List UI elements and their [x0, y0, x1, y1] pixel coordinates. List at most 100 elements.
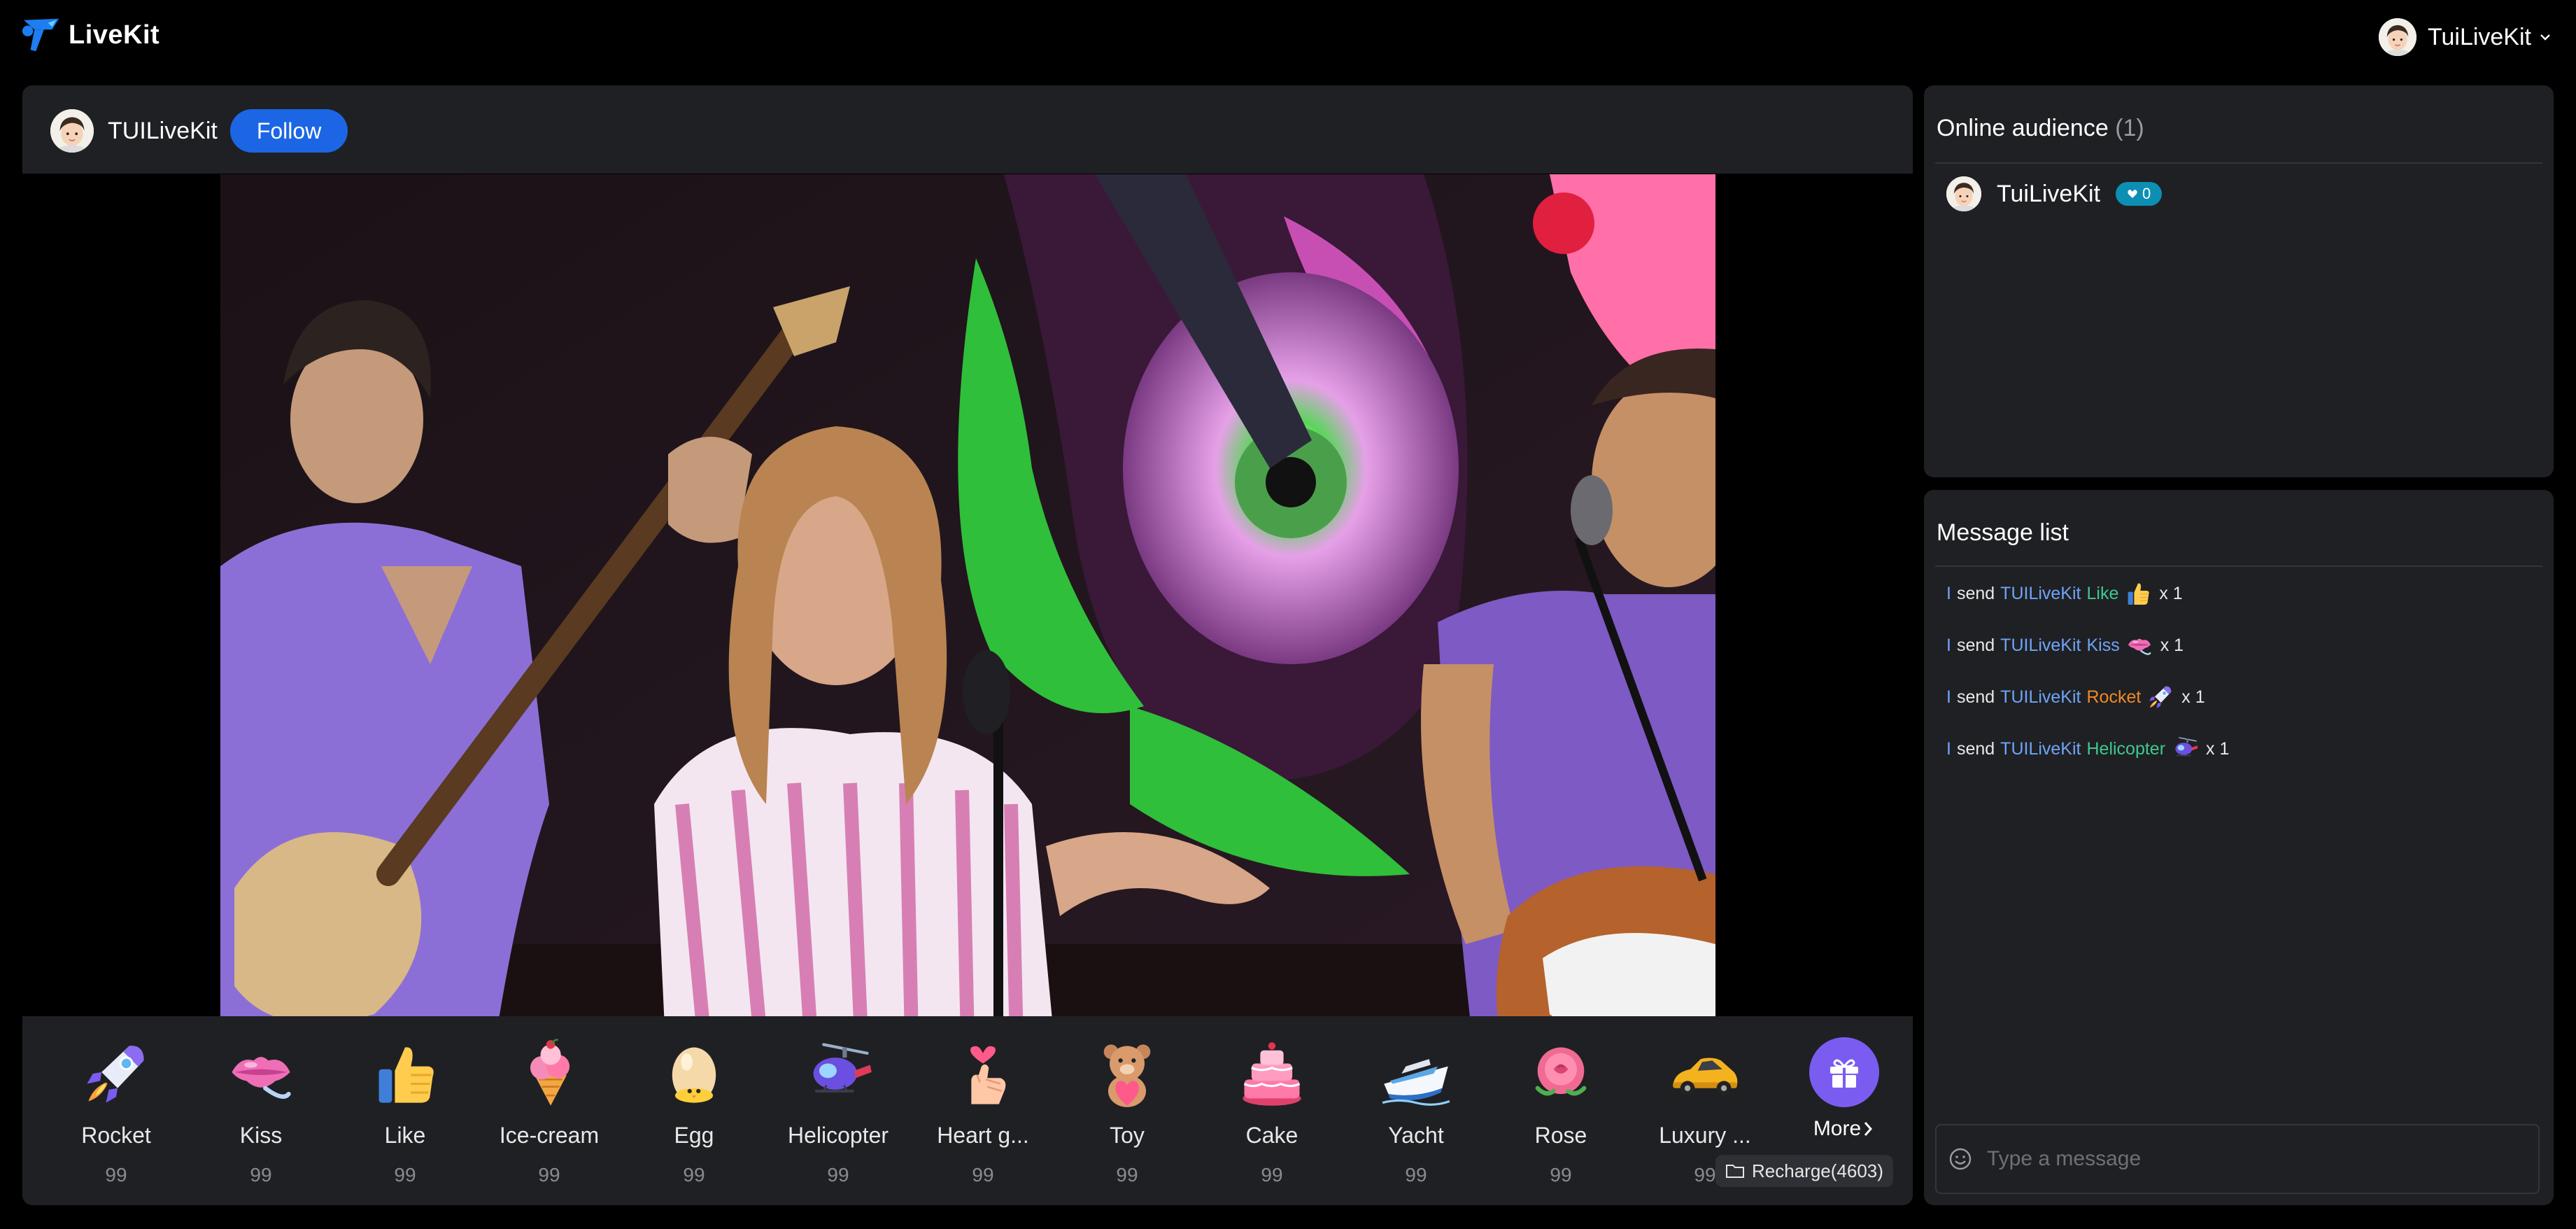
live-stream-panel: TUILiveKit Follow Rocket 99 Kiss 99 Like… — [22, 85, 1913, 1205]
message-qty: x 1 — [2206, 738, 2230, 759]
message-target: TUILiveKit — [2000, 738, 2081, 759]
sports-car-icon — [1669, 1037, 1741, 1110]
audience-member[interactable]: TuiLiveKit 0 — [1946, 176, 2163, 211]
gift-name: Egg — [674, 1123, 714, 1148]
message-qty: x 1 — [2181, 687, 2205, 707]
gift-item-kiss[interactable]: Kiss 99 — [191, 1037, 331, 1186]
online-audience-panel: Online audience (1) TuiLiveKit 0 — [1924, 85, 2554, 477]
gift-price: 99 — [394, 1164, 416, 1186]
gift-name: Cake — [1245, 1123, 1298, 1148]
brand[interactable]: LiveKit — [21, 15, 160, 55]
divider — [1935, 566, 2542, 567]
message-verb: send — [1956, 738, 1995, 759]
gift-item-egg[interactable]: Egg 99 — [624, 1037, 764, 1186]
message-item: I send TUILiveKit Like x 1 — [1946, 580, 2183, 608]
rocket-icon — [80, 1037, 153, 1110]
cake-icon — [1236, 1037, 1308, 1110]
live-header: TUILiveKit Follow — [22, 85, 1913, 174]
gift-name: Luxury ... — [1659, 1123, 1751, 1148]
gift-price: 99 — [1261, 1164, 1283, 1186]
gift-price: 99 — [1405, 1164, 1427, 1186]
user-name: TuiLiveKit — [2427, 23, 2531, 50]
message-gift-name: Rocket — [2086, 687, 2142, 707]
level-badge-value: 0 — [2142, 185, 2151, 202]
helicopter-icon — [2171, 735, 2199, 763]
chevron-down-icon — [2540, 34, 2550, 41]
gift-box-icon — [1809, 1037, 1879, 1107]
follow-button[interactable]: Follow — [229, 109, 348, 153]
gift-name: Kiss — [239, 1123, 283, 1148]
message-sender: I — [1946, 687, 1951, 707]
message-verb: send — [1956, 687, 1995, 707]
more-text: More — [1813, 1117, 1862, 1140]
gift-item-like[interactable]: Like 99 — [335, 1037, 475, 1186]
gift-price: 99 — [972, 1164, 994, 1186]
audience-title: Online audience (1) — [1937, 115, 2144, 142]
yacht-icon — [1380, 1037, 1452, 1110]
message-input-box[interactable] — [1935, 1124, 2540, 1194]
thumbs-up-icon — [2124, 580, 2152, 608]
gift-name: Like — [384, 1123, 426, 1148]
message-gift-name: Kiss — [2086, 635, 2120, 655]
thumbs-up-icon — [369, 1037, 441, 1110]
user-avatar — [2378, 18, 2416, 56]
message-qty: x 1 — [2159, 583, 2183, 603]
message-verb: send — [1956, 583, 1995, 603]
more-label: More — [1788, 1117, 1900, 1141]
folder-icon — [1726, 1165, 1744, 1178]
gift-name: Rose — [1534, 1123, 1587, 1148]
message-target: TUILiveKit — [2000, 687, 2081, 707]
more-gifts-button[interactable]: More — [1788, 1037, 1900, 1141]
message-sender: I — [1946, 635, 1951, 655]
anchor-name: TUILiveKit — [108, 117, 218, 144]
gift-name: Rocket — [81, 1123, 151, 1148]
brand-name: LiveKit — [69, 20, 160, 50]
audience-count: (1) — [2115, 115, 2144, 141]
message-sender: I — [1946, 738, 1951, 759]
ice-cream-icon — [513, 1037, 586, 1110]
egg-icon — [658, 1037, 730, 1110]
kiss-lips-icon — [225, 1037, 297, 1110]
gift-item-rocket[interactable]: Rocket 99 — [46, 1037, 186, 1186]
message-sender: I — [1946, 583, 1951, 603]
gift-name: Toy — [1110, 1123, 1145, 1148]
gift-price: 99 — [105, 1164, 127, 1186]
gift-item-yacht[interactable]: Yacht 99 — [1346, 1037, 1486, 1186]
audience-avatar — [1946, 176, 1981, 211]
message-qty: x 1 — [2160, 635, 2184, 655]
gift-price: 99 — [250, 1164, 272, 1186]
gift-item-ice-cream[interactable]: Ice-cream 99 — [479, 1037, 619, 1186]
gift-bar: Rocket 99 Kiss 99 Like 99 Ice-cream 99 E… — [22, 1016, 1913, 1205]
gift-name: Helicopter — [787, 1123, 889, 1148]
gift-item-cake[interactable]: Cake 99 — [1202, 1037, 1342, 1186]
gift-item-helicopter[interactable]: Helicopter 99 — [768, 1037, 908, 1186]
anchor-avatar[interactable] — [50, 109, 94, 153]
level-badge: 0 — [2116, 182, 2163, 206]
gift-name: Ice-cream — [499, 1123, 600, 1148]
message-item: I send TUILiveKit Helicopter x 1 — [1946, 735, 2229, 763]
anchor-info: TUILiveKit Follow — [50, 109, 348, 153]
top-bar: LiveKit TuiLiveKit — [0, 0, 2576, 73]
kiss-lips-icon — [2125, 631, 2153, 659]
audience-title-text: Online audience — [1937, 115, 2109, 141]
message-target: TUILiveKit — [2000, 635, 2081, 655]
emoji-icon[interactable] — [1948, 1146, 1973, 1172]
gift-price: 99 — [683, 1164, 705, 1186]
message-item: I send TUILiveKit Rocket x 1 — [1946, 683, 2205, 711]
gift-price: 99 — [1116, 1164, 1138, 1186]
live-video[interactable] — [220, 174, 1715, 1102]
message-input[interactable] — [1986, 1146, 2520, 1172]
message-list-title: Message list — [1937, 519, 2069, 546]
gift-item-rose[interactable]: Rose 99 — [1491, 1037, 1631, 1186]
message-item: I send TUILiveKit Kiss x 1 — [1946, 631, 2184, 659]
teddy-bear-icon — [1091, 1037, 1163, 1110]
gift-item-toy[interactable]: Toy 99 — [1057, 1037, 1197, 1186]
gift-item-heart-gesture[interactable]: Heart g... 99 — [913, 1037, 1053, 1186]
rocket-icon — [2146, 683, 2174, 711]
gift-name: Yacht — [1388, 1123, 1444, 1148]
user-menu[interactable]: TuiLiveKit — [2378, 18, 2552, 56]
message-target: TUILiveKit — [2000, 583, 2081, 603]
recharge-button[interactable]: Recharge(4603) — [1715, 1155, 1893, 1187]
gift-price: 99 — [827, 1164, 849, 1186]
divider — [1935, 162, 2542, 164]
